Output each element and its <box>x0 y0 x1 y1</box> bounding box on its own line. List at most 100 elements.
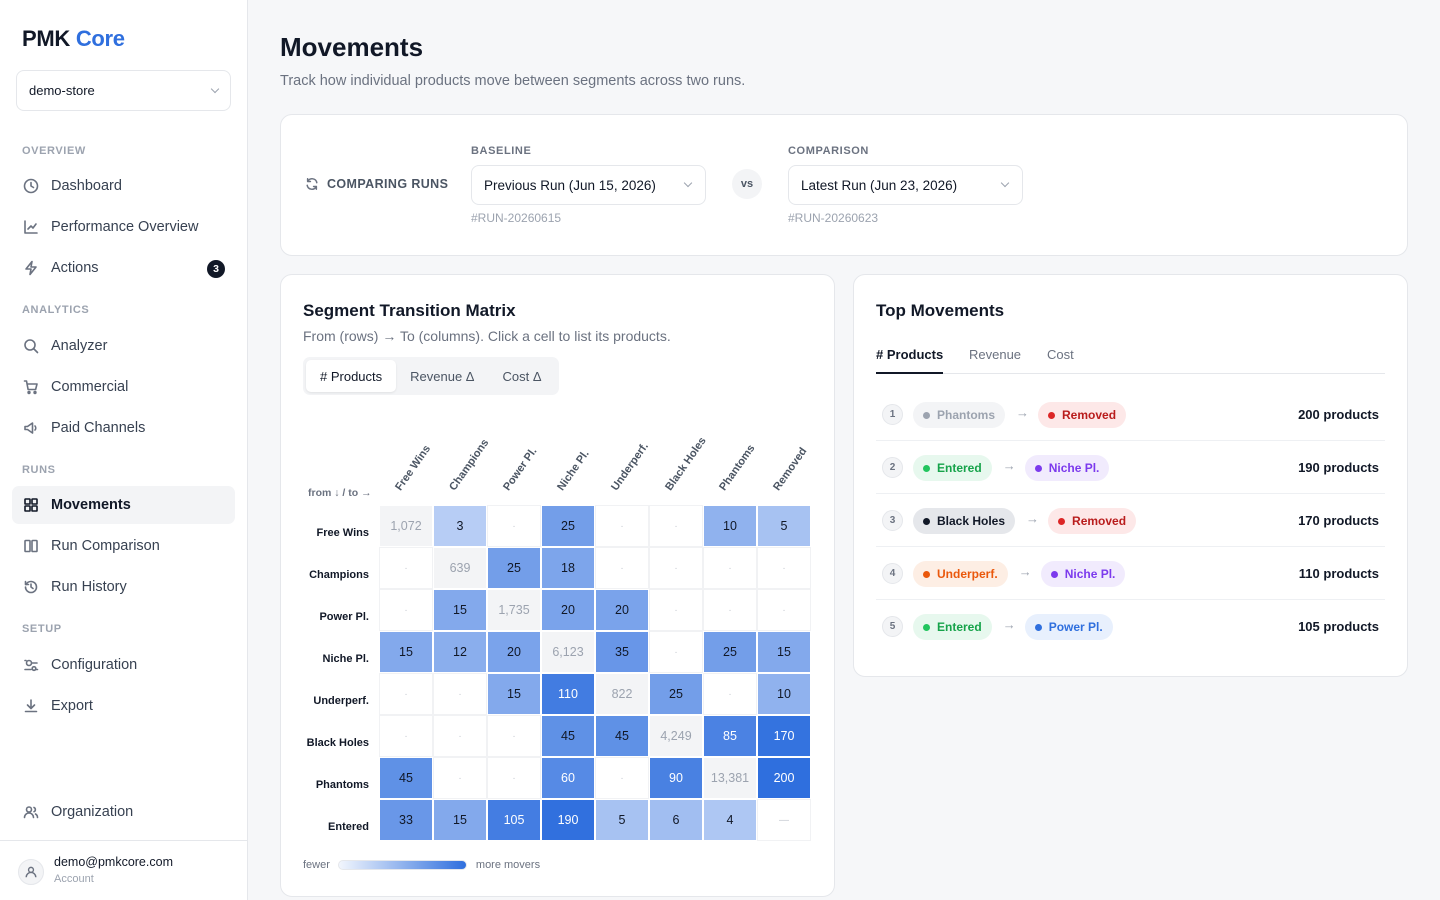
tab-top-revenue[interactable]: Revenue <box>969 347 1021 372</box>
sidebar-item-configuration[interactable]: Configuration <box>12 646 235 684</box>
movement-row[interactable]: 2 Entered → Niche Pl. 190 products <box>876 442 1385 494</box>
matrix-cell[interactable]: 25 <box>649 673 703 715</box>
matrix-cell[interactable]: · <box>649 589 703 631</box>
matrix-cell[interactable]: 4,249 <box>649 715 703 757</box>
tab-top-products[interactable]: # Products <box>876 347 944 374</box>
sidebar-item-run-comparison[interactable]: Run Comparison <box>12 527 235 565</box>
matrix-cell[interactable]: · <box>649 631 703 673</box>
baseline-select[interactable]: Previous Run (Jun 15, 2026) <box>471 165 706 205</box>
matrix-cell[interactable]: 90 <box>649 757 703 799</box>
sidebar-item-label: Paid Channels <box>51 420 146 436</box>
matrix-cell[interactable]: · <box>379 589 433 631</box>
matrix-cell[interactable]: 6,123 <box>541 631 595 673</box>
matrix-cell[interactable]: · <box>649 505 703 547</box>
matrix-cell[interactable]: 18 <box>541 547 595 589</box>
matrix-cell[interactable]: · <box>595 757 649 799</box>
matrix-cell[interactable]: 20 <box>487 631 541 673</box>
tab-top-cost[interactable]: Cost <box>1047 347 1074 372</box>
users-icon <box>23 804 39 820</box>
sidebar-item-performance-overview[interactable]: Performance Overview <box>12 208 235 246</box>
matrix-cell[interactable]: 15 <box>757 631 811 673</box>
matrix-cell[interactable]: 170 <box>757 715 811 757</box>
matrix-cell[interactable]: 33 <box>379 799 433 841</box>
store-selector[interactable]: demo-store <box>16 70 231 111</box>
matrix-cell[interactable]: 3 <box>433 505 487 547</box>
matrix-cell[interactable]: 110 <box>541 673 595 715</box>
matrix-cell[interactable]: · <box>379 673 433 715</box>
sidebar-item-organization[interactable]: Organization <box>12 793 235 831</box>
matrix-cell[interactable]: 5 <box>595 799 649 841</box>
matrix-cell[interactable]: 5 <box>757 505 811 547</box>
matrix-cell[interactable]: 45 <box>541 715 595 757</box>
tab-revenue-delta[interactable]: Revenue Δ <box>396 360 488 392</box>
sidebar-item-analyzer[interactable]: Analyzer <box>12 327 235 365</box>
sidebar-item-paid-channels[interactable]: Paid Channels <box>12 409 235 447</box>
matrix-subtitle: From (rows) → To (columns). Click a cell… <box>303 328 671 344</box>
matrix-cell[interactable]: 1,072 <box>379 505 433 547</box>
matrix-cell[interactable]: 85 <box>703 715 757 757</box>
sidebar-item-dashboard[interactable]: Dashboard <box>12 167 235 205</box>
matrix-cell[interactable]: · <box>433 673 487 715</box>
matrix-cell[interactable]: 1,735 <box>487 589 541 631</box>
matrix-cell[interactable]: 60 <box>541 757 595 799</box>
movement-row[interactable]: 5 Entered → Power Pl. 105 products <box>876 601 1385 653</box>
matrix-cell[interactable]: 190 <box>541 799 595 841</box>
sidebar-item-movements[interactable]: Movements <box>12 486 235 524</box>
matrix-cell[interactable]: — <box>757 799 811 841</box>
tab-products[interactable]: # Products <box>306 360 397 392</box>
matrix-cell[interactable]: · <box>487 505 541 547</box>
matrix-cell[interactable]: · <box>757 589 811 631</box>
matrix-cell[interactable]: · <box>379 715 433 757</box>
matrix-cell[interactable]: 15 <box>379 631 433 673</box>
matrix-cell[interactable]: · <box>703 673 757 715</box>
matrix-cell[interactable]: 10 <box>703 505 757 547</box>
matrix-cell[interactable]: · <box>649 547 703 589</box>
matrix-cell[interactable]: 20 <box>541 589 595 631</box>
comparison-select[interactable]: Latest Run (Jun 23, 2026) <box>788 165 1023 205</box>
page-subtitle: Track how individual products move betwe… <box>280 73 746 89</box>
sidebar-item-label: Analyzer <box>51 338 108 354</box>
matrix-cell[interactable]: 4 <box>703 799 757 841</box>
matrix-cell[interactable]: 45 <box>595 715 649 757</box>
matrix-cell[interactable]: 45 <box>379 757 433 799</box>
segment-dot-icon <box>1034 464 1042 472</box>
brand-logo[interactable]: PMK Core <box>22 26 125 52</box>
matrix-cell[interactable]: 105 <box>487 799 541 841</box>
matrix-cell[interactable]: 12 <box>433 631 487 673</box>
movement-row[interactable]: 1 Phantoms → Removed 200 products <box>876 389 1385 441</box>
movement-row[interactable]: 4 Underperf. → Niche Pl. 110 products <box>876 548 1385 600</box>
sidebar-item-run-history[interactable]: Run History <box>12 568 235 606</box>
matrix-cell[interactable]: · <box>433 715 487 757</box>
matrix-cell[interactable]: 15 <box>433 589 487 631</box>
matrix-cell[interactable]: 10 <box>757 673 811 715</box>
matrix-cell[interactable]: · <box>703 589 757 631</box>
matrix-cell[interactable]: 20 <box>595 589 649 631</box>
matrix-cell[interactable]: · <box>703 547 757 589</box>
matrix-cell[interactable]: · <box>757 547 811 589</box>
matrix-cell[interactable]: 200 <box>757 757 811 799</box>
matrix-cell[interactable]: 35 <box>595 631 649 673</box>
matrix-cell[interactable]: · <box>433 757 487 799</box>
movement-row[interactable]: 3 Black Holes → Removed 170 products <box>876 495 1385 547</box>
matrix-cell[interactable]: · <box>487 715 541 757</box>
matrix-cell[interactable]: · <box>595 505 649 547</box>
segment-dot-icon <box>1058 517 1066 525</box>
matrix-cell[interactable]: 15 <box>487 673 541 715</box>
sidebar-item-commercial[interactable]: Commercial <box>12 368 235 406</box>
sidebar-item-export[interactable]: Export <box>12 687 235 725</box>
matrix-column-header: Phantoms <box>717 442 758 493</box>
matrix-cell[interactable]: 25 <box>541 505 595 547</box>
tab-cost-delta[interactable]: Cost Δ <box>489 360 556 392</box>
matrix-cell[interactable]: 822 <box>595 673 649 715</box>
sidebar-item-actions[interactable]: Actions 3 <box>12 249 235 287</box>
matrix-cell[interactable]: 6 <box>649 799 703 841</box>
matrix-cell[interactable]: 25 <box>703 631 757 673</box>
matrix-cell[interactable]: 15 <box>433 799 487 841</box>
matrix-cell[interactable]: · <box>595 547 649 589</box>
matrix-cell[interactable]: 13,381 <box>703 757 757 799</box>
account-menu[interactable]: demo@pmkcore.com Account <box>0 840 247 900</box>
matrix-cell[interactable]: · <box>379 547 433 589</box>
matrix-cell[interactable]: 639 <box>433 547 487 589</box>
matrix-cell[interactable]: 25 <box>487 547 541 589</box>
matrix-cell[interactable]: · <box>487 757 541 799</box>
